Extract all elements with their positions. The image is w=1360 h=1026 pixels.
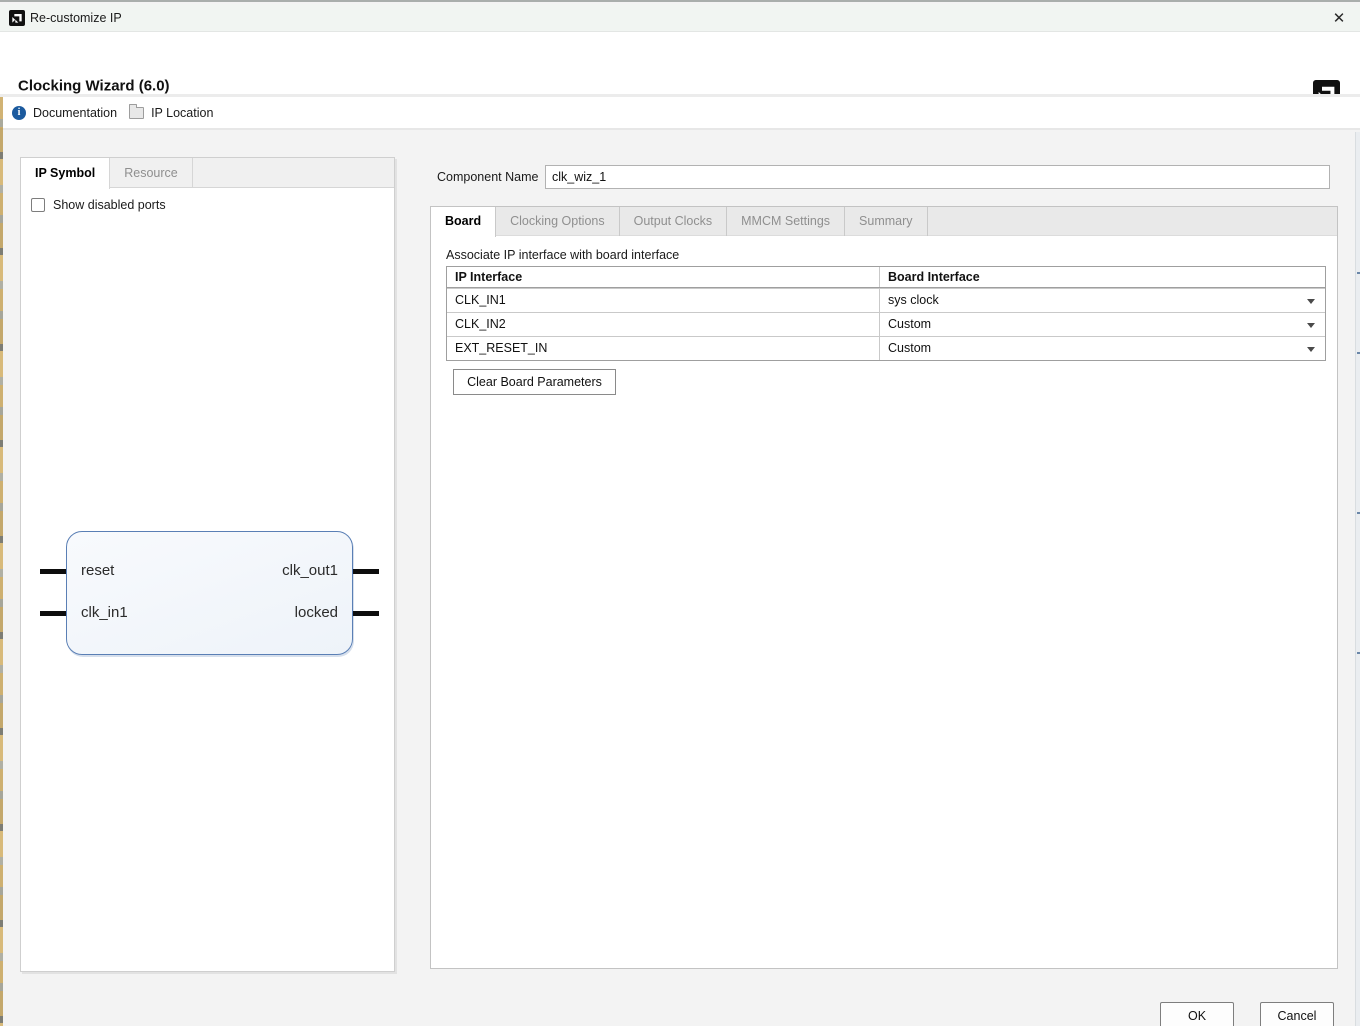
ip-interface-clk-in1: CLK_IN1: [447, 289, 880, 312]
table-row: EXT_RESET_IN Custom: [447, 336, 1325, 360]
show-disabled-ports-label: Show disabled ports: [53, 198, 166, 212]
board-interface-value: Custom: [888, 317, 931, 331]
chevron-down-icon: [1307, 323, 1315, 328]
tab-summary[interactable]: Summary: [845, 207, 927, 236]
window-title: Re-customize IP: [30, 11, 122, 25]
background-app-sliver-right: [1355, 132, 1360, 1026]
table-row: CLK_IN2 Custom: [447, 312, 1325, 336]
ip-location-label: IP Location: [151, 106, 213, 120]
dialog-header: Clocking Wizard (6.0): [0, 32, 1360, 94]
show-disabled-ports-checkbox[interactable]: [31, 198, 45, 212]
ip-symbol-diagram: reset clk_in1 clk_out1 locked: [66, 531, 353, 655]
configuration-panel: Board Clocking Options Output Clocks MMC…: [430, 206, 1338, 969]
tab-ip-symbol[interactable]: IP Symbol: [21, 158, 110, 189]
board-interface-select-clk-in1[interactable]: sys clock: [880, 289, 1325, 312]
port-label-clk-out1: clk_out1: [282, 562, 338, 579]
documentation-button[interactable]: i Documentation: [12, 106, 117, 120]
port-stub-locked: [353, 611, 379, 616]
recustomize-ip-dialog: Re-customize IP ✕ Clocking Wizard (6.0) …: [0, 0, 1360, 1026]
associate-instruction: Associate IP interface with board interf…: [446, 248, 679, 262]
documentation-label: Documentation: [33, 106, 117, 120]
background-app-sliver-left: [0, 97, 3, 1026]
port-label-locked: locked: [295, 604, 338, 621]
left-panel-tabs: IP Symbol Resource: [21, 158, 394, 188]
chevron-down-icon: [1307, 299, 1315, 304]
board-interface-value: sys clock: [888, 293, 939, 307]
page-title: Clocking Wizard (6.0): [18, 78, 170, 95]
port-stub-clk-in1: [40, 611, 66, 616]
toolbar: i Documentation IP Location: [0, 97, 1360, 130]
header-board-interface: Board Interface: [880, 267, 1325, 287]
header-ip-interface: IP Interface: [447, 267, 880, 287]
table-row: CLK_IN1 sys clock: [447, 288, 1325, 312]
board-interface-select-ext-reset-in[interactable]: Custom: [880, 337, 1325, 360]
tab-board[interactable]: Board: [431, 207, 496, 237]
port-stub-clk-out1: [353, 569, 379, 574]
port-label-clk-in1: clk_in1: [81, 604, 128, 621]
show-disabled-ports-row: Show disabled ports: [31, 198, 166, 212]
tab-resource[interactable]: Resource: [110, 158, 193, 188]
cancel-button[interactable]: Cancel: [1260, 1002, 1334, 1026]
component-name-input[interactable]: [545, 165, 1330, 189]
ip-symbol-panel: IP Symbol Resource Show disabled ports r…: [20, 157, 395, 972]
port-stub-reset: [40, 569, 66, 574]
port-label-reset: reset: [81, 562, 114, 579]
tab-mmcm-settings[interactable]: MMCM Settings: [727, 207, 845, 236]
folder-icon: [129, 107, 144, 119]
component-name-label: Component Name: [437, 170, 538, 184]
board-interface-value: Custom: [888, 341, 931, 355]
ok-button[interactable]: OK: [1160, 1002, 1234, 1026]
chevron-down-icon: [1307, 347, 1315, 352]
tab-clocking-options[interactable]: Clocking Options: [496, 207, 620, 236]
main-tabs: Board Clocking Options Output Clocks MMC…: [431, 207, 1337, 236]
ip-interface-clk-in2: CLK_IN2: [447, 313, 880, 336]
amd-logo-icon: [9, 10, 25, 26]
info-icon: i: [12, 106, 26, 120]
ip-interface-ext-reset-in: EXT_RESET_IN: [447, 337, 880, 360]
board-interface-table: IP Interface Board Interface CLK_IN1 sys…: [446, 266, 1326, 361]
tab-output-clocks[interactable]: Output Clocks: [620, 207, 728, 236]
ip-location-button[interactable]: IP Location: [129, 106, 213, 120]
close-icon[interactable]: ✕: [1328, 8, 1350, 30]
table-header-row: IP Interface Board Interface: [447, 267, 1325, 288]
title-bar: Re-customize IP ✕: [0, 4, 1360, 32]
board-interface-select-clk-in2[interactable]: Custom: [880, 313, 1325, 336]
clear-board-parameters-button[interactable]: Clear Board Parameters: [453, 369, 616, 395]
